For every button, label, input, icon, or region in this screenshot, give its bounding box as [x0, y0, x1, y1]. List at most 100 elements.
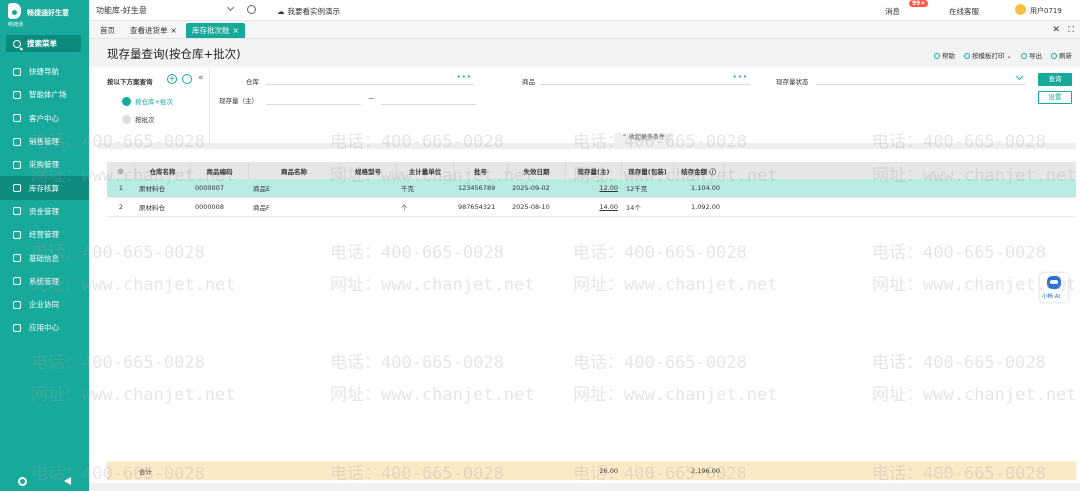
sidebar-item-purchase[interactable]: 采购管理: [0, 153, 89, 176]
horizontal-scrollbar[interactable]: [89, 483, 1080, 491]
function-library-select[interactable]: 功能库-好生意: [96, 5, 147, 16]
online-service-button[interactable]: 在线客服: [949, 6, 979, 17]
footer-spacer: [191, 461, 249, 480]
query-button[interactable]: 查询: [1038, 73, 1072, 86]
tab-home[interactable]: 首页: [94, 23, 121, 38]
product-label: 商品: [522, 78, 535, 86]
total-amount: 2,196.00: [691, 466, 720, 475]
demo-link[interactable]: 我要看实例演示: [277, 6, 341, 17]
add-plan-icon[interactable]: +: [167, 74, 177, 84]
warehouse-field[interactable]: •••: [266, 73, 474, 85]
col-product-name[interactable]: 商品名称: [249, 162, 340, 179]
settings-gear-icon[interactable]: [18, 476, 28, 486]
watermark-site: 网址：www.chanjet.net: [330, 385, 535, 405]
cell-warehouse: 原材料仓: [139, 185, 165, 193]
refresh-button[interactable]: 刷新: [1051, 50, 1072, 60]
col-amount[interactable]: 结存金额 ⓘ: [674, 162, 724, 179]
more-icon[interactable]: •••: [457, 73, 472, 81]
table-row[interactable]: 2 原材料仓 0000008 商品F 个 987654321 2025-08-1…: [107, 198, 1076, 217]
cell-qty[interactable]: 12.00: [566, 179, 622, 197]
footer-spacer: [508, 461, 566, 480]
chevron-down-icon[interactable]: [226, 3, 235, 12]
user-name[interactable]: 用户0719: [1030, 6, 1062, 16]
sidebar-item-inventory[interactable]: 库存核算: [0, 176, 89, 200]
total-label: 合计: [139, 467, 152, 476]
app-logo[interactable]: 畅捷通好生意 畅捷通: [8, 3, 88, 29]
plan-active-icon: [122, 96, 131, 106]
qty-min-field[interactable]: [266, 93, 361, 105]
table-header: ◎ 仓库名称 商品编码 商品名称 规格型号 主计量单位 批号 失效日期 现存量(…: [107, 162, 1076, 179]
help-button[interactable]: 帮助: [933, 50, 955, 60]
sidebar-item-operations[interactable]: 经营管理: [0, 223, 89, 246]
avatar[interactable]: [1015, 4, 1026, 15]
stock-status-select[interactable]: [816, 72, 1026, 85]
qty-link[interactable]: 12.00: [599, 184, 618, 192]
sales-icon: [13, 137, 21, 146]
watermark-site: 网址：www.chanjet.net: [872, 385, 1077, 405]
cell-qty-pack: 12千克: [626, 185, 648, 193]
collapse-panel-icon[interactable]: «: [198, 73, 204, 83]
sidebar-item-funds[interactable]: 资金管理: [0, 200, 89, 223]
plan-item-batch[interactable]: 按批次: [122, 114, 155, 124]
plan-settings-icon[interactable]: [182, 74, 192, 84]
collapse-more-button[interactable]: ⌃ 收起更多条件: [614, 133, 673, 143]
tab-view-purchase[interactable]: 查看进货单 ×: [124, 23, 183, 38]
cell-unit: 个: [401, 204, 408, 212]
sidebar-item-label: 基础信息: [29, 253, 59, 263]
col-qty-pack[interactable]: 现存量(包装): [622, 162, 674, 179]
logo-subtext: 畅捷通: [8, 22, 24, 28]
tab-label: 首页: [100, 26, 115, 35]
sidebar-item-collaboration[interactable]: 企业协同: [0, 293, 89, 316]
top-bar: 功能库-好生意 我要看实例演示 消息 99+ 在线客服 用户0719: [89, 0, 1080, 21]
speaker-icon[interactable]: [63, 477, 71, 485]
col-expiry[interactable]: 失效日期: [508, 162, 566, 179]
sidebar-item-quick-nav[interactable]: 快捷导航: [0, 60, 89, 83]
ai-assistant-button[interactable]: 小畅 AI: [1040, 273, 1068, 302]
plan-label: 按批次: [135, 116, 155, 124]
page-title: 现存量查询(按仓库+批次): [107, 47, 241, 61]
tab-inventory-batch[interactable]: 库存批次账 ×: [186, 23, 245, 38]
sidebar-item-sales[interactable]: 销售管理: [0, 130, 89, 153]
col-qty[interactable]: 现存量(主): [566, 162, 622, 179]
more-icon[interactable]: •••: [733, 73, 748, 81]
sidebar-item-label: 企业协同: [29, 300, 59, 310]
agent-icon: [13, 90, 21, 99]
info-icon[interactable]: ⓘ: [709, 166, 716, 176]
qty-link[interactable]: 14.00: [599, 203, 618, 211]
funds-icon: [13, 207, 21, 216]
export-button[interactable]: 导出: [1021, 50, 1042, 60]
col-warehouse[interactable]: 仓库名称: [135, 162, 191, 179]
cell-qty[interactable]: 14.00: [566, 198, 622, 216]
gear-icon[interactable]: [247, 5, 256, 14]
close-icon[interactable]: ×: [233, 26, 239, 35]
sidebar-item-agent-plaza[interactable]: 智能体广场: [0, 83, 89, 106]
page-header: 现存量查询(按仓库+批次) 帮助 按模板打印 ⌄ 导出 刷新: [89, 39, 1080, 67]
column-settings-icon[interactable]: ◎: [107, 162, 135, 179]
settings-button[interactable]: 设置: [1038, 91, 1072, 104]
col-batch[interactable]: 批号: [454, 162, 508, 179]
cell-batch: 123456789: [458, 184, 496, 192]
warehouse-label: 仓库: [246, 78, 259, 86]
sidebar-item-system[interactable]: 系统管理: [0, 270, 89, 293]
plan-item-warehouse-batch[interactable]: 按仓库+批次: [122, 96, 173, 106]
sidebar-item-customer[interactable]: 客户中心: [0, 107, 89, 130]
fullscreen-icon[interactable]: ⛶: [1068, 25, 1074, 35]
search-menu-button[interactable]: 搜索菜单: [6, 35, 81, 52]
close-all-icon[interactable]: ✕: [1052, 25, 1060, 35]
qty-max-field[interactable]: [381, 93, 476, 105]
cell-warehouse: 原材料仓: [139, 204, 165, 212]
product-field[interactable]: •••: [540, 73, 750, 85]
messages-button[interactable]: 消息: [885, 6, 900, 17]
col-unit[interactable]: 主计量单位: [397, 162, 454, 179]
sidebar-item-basic-info[interactable]: 基础信息: [0, 246, 89, 269]
footer-spacer: [340, 461, 397, 480]
table-row[interactable]: 1 原材料仓 0000007 商品E 千克 123456789 2025-09-…: [107, 179, 1076, 198]
qty-label: 现存量（主）: [219, 97, 258, 105]
col-filler: [724, 162, 1076, 179]
collaboration-icon: [13, 300, 21, 309]
print-template-button[interactable]: 按模板打印 ⌄: [963, 50, 1012, 60]
col-spec[interactable]: 规格型号: [340, 162, 397, 179]
close-icon[interactable]: ×: [171, 26, 177, 35]
col-product-code[interactable]: 商品编码: [191, 162, 249, 179]
sidebar-item-app-center[interactable]: 应用中心: [0, 316, 89, 339]
